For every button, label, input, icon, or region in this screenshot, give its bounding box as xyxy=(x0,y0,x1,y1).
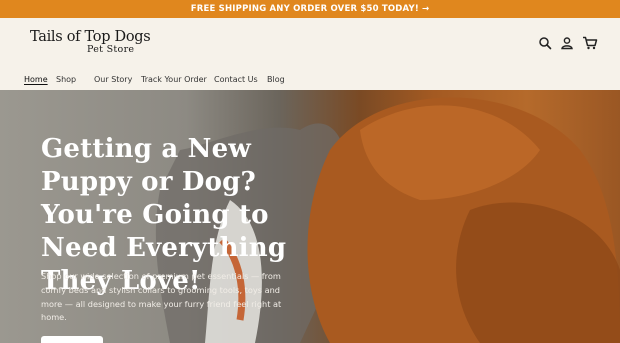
nav-item-track-order[interactable]: Track Your Order xyxy=(141,75,207,84)
store-logo[interactable]: Tails of Top Dogs Pet Store xyxy=(30,30,170,56)
cart-icon[interactable] xyxy=(582,36,598,50)
nav-item-shop[interactable]: Shop xyxy=(56,75,76,84)
nav-item-blog[interactable]: Blog xyxy=(267,75,285,84)
logo-title: Tails of Top Dogs xyxy=(30,29,151,45)
shop-now-button[interactable] xyxy=(41,336,103,343)
main-nav: Home Shop Our Story Track Your Order Con… xyxy=(0,70,620,90)
header-icons xyxy=(538,36,598,50)
announcement-bar[interactable]: FREE SHIPPING ANY ORDER OVER $50 TODAY! … xyxy=(0,0,620,18)
announcement-text[interactable]: FREE SHIPPING ANY ORDER OVER $50 TODAY! xyxy=(191,4,419,14)
hero-banner: Getting a New Puppy or Dog? You're Going… xyxy=(0,90,620,343)
hero-description: Shop our wide selection of premium pet e… xyxy=(41,271,282,323)
nav-item-our-story[interactable]: Our Story xyxy=(94,75,132,84)
nav-item-home[interactable]: Home xyxy=(24,75,48,84)
search-icon[interactable] xyxy=(538,36,552,50)
account-icon[interactable] xyxy=(560,36,574,50)
nav-item-contact[interactable]: Contact Us xyxy=(214,75,258,84)
arrow-right-icon: → xyxy=(421,4,430,14)
logo-subtitle: Pet Store xyxy=(87,44,135,55)
site-header: Tails of Top Dogs Pet Store xyxy=(0,18,620,70)
